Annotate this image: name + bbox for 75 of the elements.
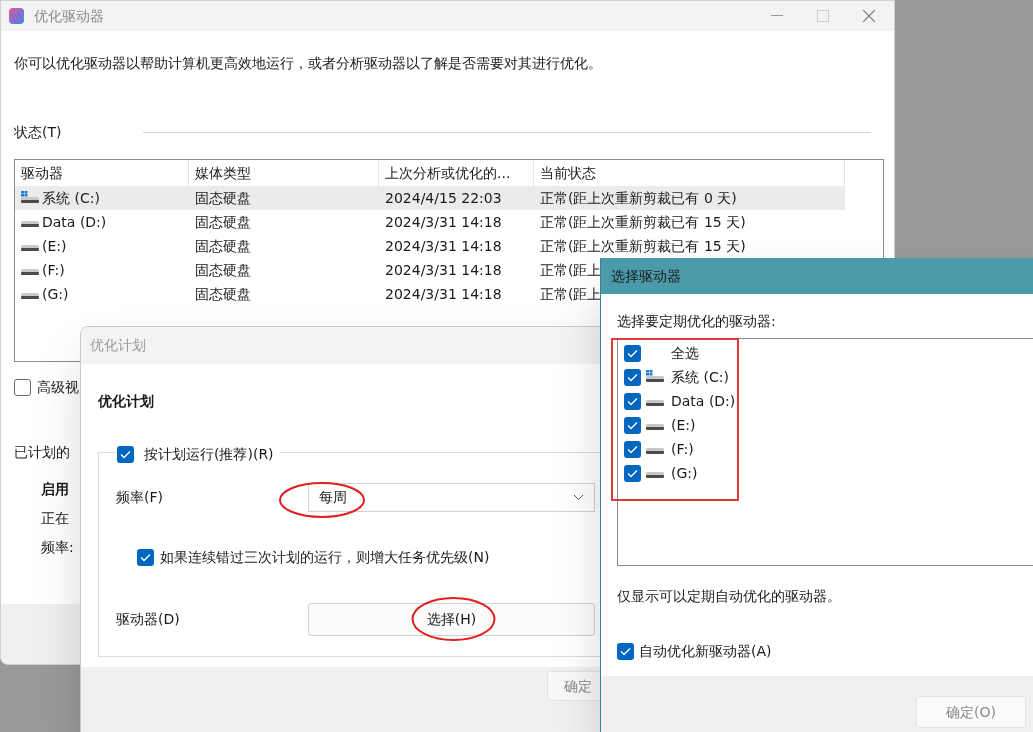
field-label: 频率(F) — [116, 488, 164, 507]
checkbox-label: 高级视 — [37, 378, 79, 397]
checkbox[interactable] — [624, 416, 641, 434]
checkbox[interactable] — [624, 344, 641, 362]
checkmark-icon — [627, 396, 638, 406]
table-cell-text: 2024/3/31 14:18 — [384, 284, 503, 304]
maximize-icon — [817, 10, 829, 22]
checkbox[interactable] — [617, 643, 634, 660]
checkmark-icon — [627, 444, 638, 454]
checkbox[interactable] — [117, 446, 134, 463]
checkmark-icon — [627, 372, 638, 382]
info-text: 正在 — [41, 509, 69, 528]
description-text: 你可以优化驱动器以帮助计算机更高效地运行，或者分析驱动器以了解是否需要对其进行优化。 — [14, 54, 603, 73]
select-button[interactable]: 选择(H) — [308, 603, 595, 636]
table-cell: 正常(距上 — [540, 261, 602, 278]
table-cell: 正常(距上次重新剪裁已有 0 天) — [540, 189, 737, 206]
checkmark-icon — [140, 553, 151, 562]
checkbox[interactable] — [624, 440, 641, 458]
table-cell: 正常(距上次重新剪裁已有 15 天) — [540, 237, 746, 254]
table-cell-text: (G:) — [42, 284, 69, 304]
table-cell-text: 固态硬盘 — [194, 212, 252, 232]
minimize-icon — [771, 15, 783, 17]
window-title: 优化驱动器 — [34, 6, 104, 26]
checkbox-label: 全选 — [671, 343, 699, 363]
note-text: 仅显示可以定期自动优化的驱动器。 — [617, 587, 841, 606]
section-label: 已计划的 — [14, 443, 70, 462]
app-icon — [9, 8, 24, 24]
table-cell-text: Data (D:) — [42, 212, 107, 232]
table-cell-text: 2024/3/31 14:18 — [384, 260, 503, 280]
table-cell-text: (E:) — [42, 236, 67, 256]
table-cell-text: 2024/3/31 14:18 — [384, 236, 503, 256]
table-cell: 正常(距上 — [540, 285, 602, 302]
checkbox-label: (E:) — [671, 415, 696, 435]
prompt-text: 选择要定期优化的驱动器: — [617, 312, 776, 331]
close-icon — [863, 10, 875, 22]
checkmark-icon — [627, 468, 638, 478]
dialog-heading: 优化计划 — [98, 392, 154, 411]
table-cell-text: 固态硬盘 — [194, 260, 252, 280]
checkmark-icon — [627, 348, 638, 358]
checkbox-label: 自动优化新驱动器(A) — [639, 642, 772, 661]
checkbox[interactable] — [624, 368, 641, 386]
checkmark-icon — [620, 647, 631, 656]
system-drive-icon — [645, 370, 665, 384]
info-text: 频率: — [41, 538, 74, 557]
chevron-down-icon — [573, 494, 584, 501]
table-cell-text: 2024/4/15 22:03 — [384, 188, 503, 208]
checkbox-label: Data (D:) — [671, 391, 736, 411]
checkmark-icon — [627, 420, 638, 430]
dialog-title: 优化计划 — [90, 336, 146, 355]
field-label: 驱动器(D) — [116, 610, 181, 629]
table-cell: 正常(距上次重新剪裁已有 15 天) — [540, 213, 746, 230]
table-cell-text: 系统 (C:) — [42, 188, 100, 208]
table-cell-text: (F:) — [42, 260, 65, 280]
table-row[interactable]: (E:) 固态硬盘 2024/3/31 14:18 正常(距上次重新剪裁已有 15 天) — [15, 234, 845, 258]
info-text: 启用 — [41, 480, 69, 499]
checkbox[interactable] — [624, 392, 641, 410]
table-cell-text: 2024/3/31 14:18 — [384, 212, 503, 232]
checkbox-label: 系统 (C:) — [671, 367, 729, 387]
checkbox[interactable] — [137, 549, 154, 566]
checkbox-label: (G:) — [671, 463, 698, 483]
checkbox[interactable] — [624, 464, 641, 482]
section-label: 状态(T) — [14, 123, 62, 142]
checkmark-icon — [120, 450, 131, 459]
table-row[interactable]: 系统 (C:) 固态硬盘 2024/4/15 22:03 正常(距上次重新剪裁已有 0 天) — [15, 186, 845, 210]
checkbox-label: 按计划运行(推荐)(R) — [144, 445, 274, 464]
table-cell-text: 固态硬盘 — [194, 188, 252, 208]
table-cell-text: 固态硬盘 — [194, 284, 252, 304]
ok-button[interactable]: 确定(O) — [916, 696, 1026, 728]
system-drive-icon — [20, 191, 40, 205]
checkbox-label: (F:) — [671, 439, 694, 459]
table-cell-text: 固态硬盘 — [194, 236, 252, 256]
checkbox-label: 如果连续错过三次计划的运行，则增大任务优先级(N) — [160, 548, 490, 567]
checkbox[interactable] — [14, 379, 31, 396]
frequency-dropdown[interactable]: 每周 — [308, 483, 595, 512]
table-row[interactable]: Data (D:) 固态硬盘 2024/3/31 14:18 正常(距上次重新剪裁已有 15 天) — [15, 210, 845, 234]
